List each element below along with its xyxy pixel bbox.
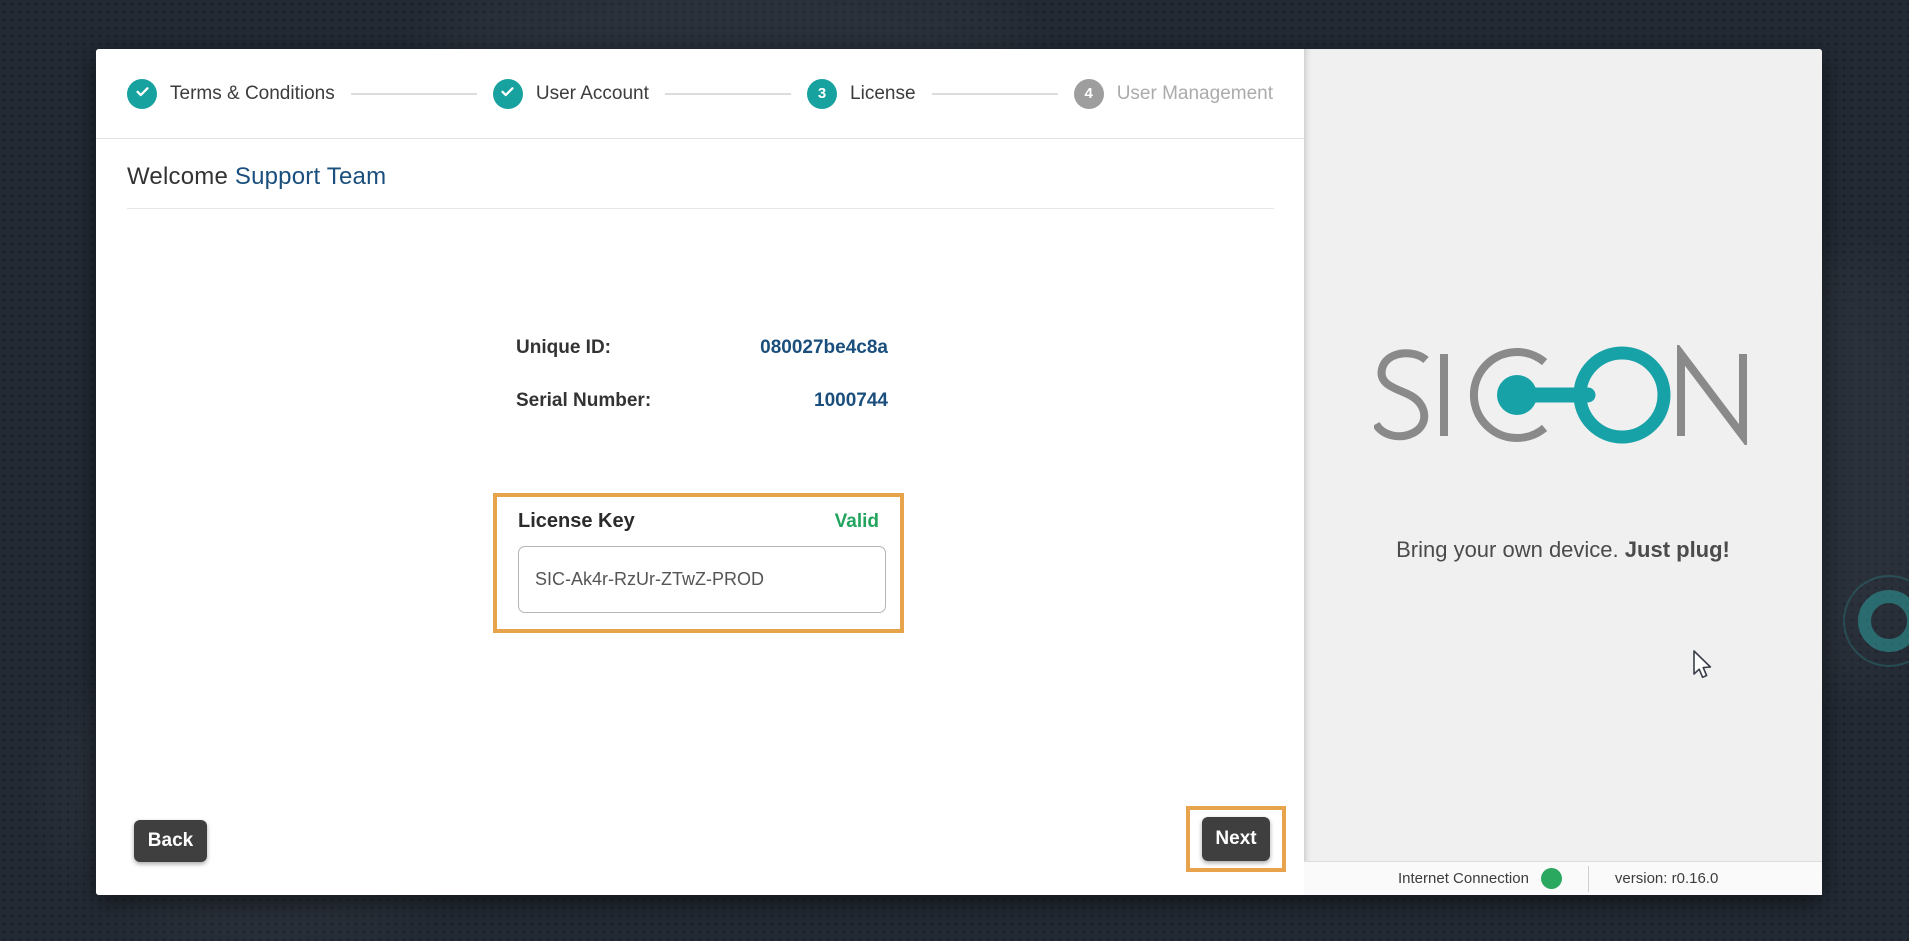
- unique-id-value: 080027be4c8a: [760, 337, 888, 359]
- welcome-text: Welcome: [127, 163, 228, 190]
- license-key-header: License Key Valid: [518, 510, 879, 533]
- step-number: 4: [1085, 85, 1093, 102]
- step-number-circle: 4: [1074, 79, 1104, 109]
- step-done-circle: [493, 79, 523, 109]
- unique-id-label: Unique ID:: [516, 337, 611, 359]
- next-button[interactable]: Next: [1202, 817, 1270, 861]
- license-valid-badge: Valid: [835, 511, 879, 533]
- step-number: 3: [818, 85, 826, 102]
- user-name: Support Team: [235, 163, 386, 190]
- step-connector: [665, 93, 791, 95]
- license-key-input[interactable]: [518, 546, 886, 613]
- back-button[interactable]: Back: [134, 820, 207, 862]
- serial-number-value: 1000744: [814, 390, 888, 412]
- step-user-account[interactable]: User Account: [493, 79, 649, 109]
- status-bar: Internet Connection version: r0.16.0: [1304, 861, 1822, 895]
- wizard-content: Terms & Conditions User Account 3 Licens…: [96, 49, 1304, 895]
- check-icon: [499, 83, 516, 104]
- step-license[interactable]: 3 License: [807, 79, 916, 109]
- unique-id-row: Unique ID: 080027be4c8a: [516, 337, 888, 359]
- step-label: License: [850, 83, 916, 105]
- serial-number-row: Serial Number: 1000744: [516, 390, 888, 412]
- step-connector: [932, 93, 1058, 95]
- internet-connection-label: Internet Connection: [1398, 870, 1529, 887]
- wizard-stepper: Terms & Conditions User Account 3 Licens…: [96, 49, 1304, 139]
- step-number-circle: 3: [807, 79, 837, 109]
- serial-number-label: Serial Number:: [516, 390, 651, 412]
- step-done-circle: [127, 79, 157, 109]
- step-label: User Account: [536, 83, 649, 105]
- mouse-cursor-icon: [1692, 650, 1714, 680]
- footer-divider: [1588, 866, 1589, 892]
- device-info: Unique ID: 080027be4c8a Serial Number: 1…: [516, 337, 888, 412]
- tagline-regular: Bring your own device.: [1396, 537, 1619, 562]
- next-button-highlight: Next: [1186, 806, 1286, 872]
- page-title: Welcome Support Team: [127, 163, 1274, 209]
- step-terms-conditions[interactable]: Terms & Conditions: [127, 79, 335, 109]
- brand-tagline: Bring your own device. Just plug!: [1304, 537, 1822, 563]
- step-user-management[interactable]: 4 User Management: [1074, 79, 1273, 109]
- step-label: User Management: [1117, 83, 1273, 105]
- connection-status-dot: [1541, 868, 1562, 889]
- sicon-logo: SICON: [1374, 345, 1752, 445]
- license-key-section: License Key Valid: [493, 493, 904, 633]
- check-icon: [134, 83, 151, 104]
- tagline-bold: Just plug!: [1625, 537, 1730, 562]
- step-label: Terms & Conditions: [170, 83, 335, 105]
- version-label: version: r0.16.0: [1615, 870, 1718, 887]
- license-key-label: License Key: [518, 510, 635, 533]
- branding-panel: SICON Bring your own device. Just plu: [1304, 49, 1822, 895]
- step-connector: [351, 93, 477, 95]
- setup-wizard-card: Terms & Conditions User Account 3 Licens…: [96, 49, 1822, 895]
